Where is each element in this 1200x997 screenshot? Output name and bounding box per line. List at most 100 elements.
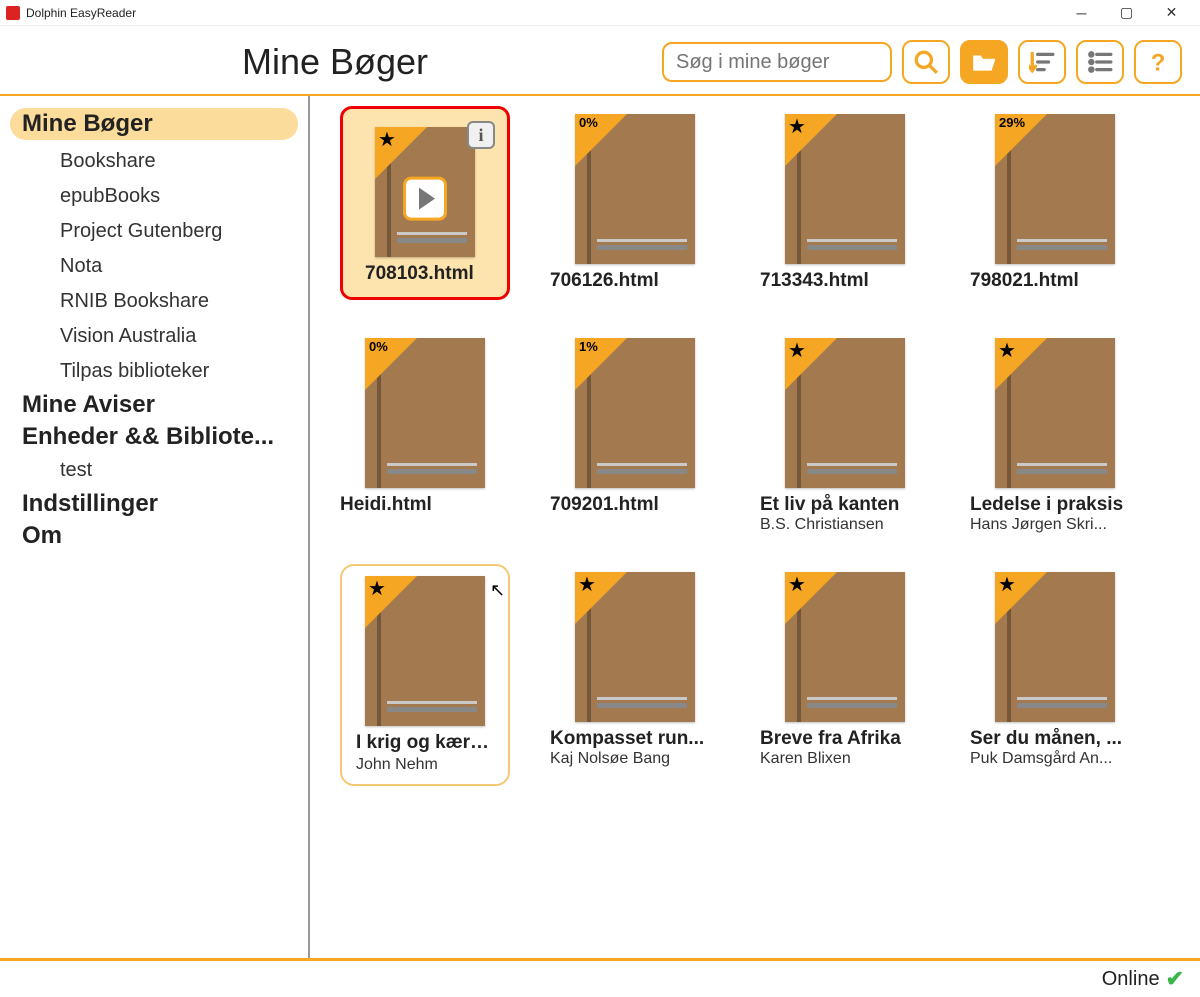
page-title: Mine Bøger	[18, 41, 652, 83]
status-online-label: Online	[1102, 968, 1160, 991]
sidebar-item[interactable]: Om	[0, 520, 308, 552]
book-thumb[interactable]: ★	[970, 564, 1140, 722]
book-item[interactable]: ★Ledelse i praksisHans Jørgen Skri...	[970, 330, 1140, 534]
book-thumb[interactable]: ★	[760, 564, 930, 722]
book-title: Heidi.html	[340, 494, 510, 516]
book-cover: ★	[785, 338, 905, 488]
book-item[interactable]: ★ i 708103.html	[340, 106, 510, 300]
book-title: I krig og kærlig...	[352, 732, 498, 756]
sidebar-item[interactable]: Project Gutenberg	[0, 214, 308, 249]
star-icon: ★	[998, 575, 1016, 595]
book-item[interactable]: ★ Et liv på kantenB.S. Christiansen	[760, 330, 930, 534]
book-thumb[interactable]: ★	[550, 564, 720, 722]
progress-badge: 29%	[999, 116, 1025, 130]
book-author: Kaj Nolsøe Bang	[550, 750, 720, 768]
book-title: Et liv på kanten	[760, 494, 930, 516]
book-thumb[interactable]: 0%	[340, 330, 510, 488]
window-close-button[interactable]: ✕	[1149, 0, 1194, 26]
sidebar-item[interactable]: Vision Australia	[0, 319, 308, 354]
sidebar-item[interactable]: RNIB Bookshare	[0, 284, 308, 319]
book-cover: ★	[995, 572, 1115, 722]
book-cover: ★	[575, 572, 695, 722]
book-grid: ★ i 708103.html 0%706126.html ★ 713343.html 29…	[340, 106, 1200, 786]
svg-text:?: ?	[1151, 50, 1166, 75]
book-cover: ★	[995, 338, 1115, 488]
book-item[interactable]: ★ Kompasset run...Kaj Nolsøe Bang	[550, 564, 720, 786]
search-input[interactable]	[662, 42, 892, 82]
book-thumb[interactable]: ★ I krig og kærlig...John Nehm	[340, 564, 510, 786]
help-button[interactable]: ?	[1134, 40, 1182, 84]
sidebar-item[interactable]: Indstillinger	[0, 488, 308, 520]
sidebar-item-label: epubBooks	[60, 185, 160, 207]
book-title: 708103.html	[361, 263, 489, 291]
sidebar-item-label: Indstillinger	[22, 490, 158, 517]
app-icon	[6, 6, 20, 20]
window-minimize-button[interactable]: ─	[1059, 0, 1104, 26]
status-bar: Online ✔	[0, 961, 1200, 997]
toolbar: ?	[662, 40, 1182, 84]
book-item[interactable]: 29%798021.html	[970, 106, 1140, 300]
book-title: 713343.html	[760, 270, 930, 292]
book-cover: 1%	[575, 338, 695, 488]
progress-badge: 0%	[369, 340, 388, 354]
window-maximize-button[interactable]: ▢	[1104, 0, 1149, 26]
list-icon	[1087, 49, 1113, 75]
online-check-icon: ✔	[1166, 966, 1184, 992]
info-button[interactable]: i	[467, 121, 495, 149]
sidebar-item[interactable]: test	[0, 453, 308, 488]
book-item[interactable]: 0% Heidi.html	[340, 330, 510, 534]
book-thumb[interactable]: 1%	[550, 330, 720, 488]
book-cover: 29%	[995, 114, 1115, 264]
sidebar-item-label: Bookshare	[60, 150, 156, 172]
book-author: Hans Jørgen Skri...	[970, 516, 1140, 534]
sidebar-item[interactable]: epubBooks	[0, 179, 308, 214]
book-cover: 0%	[575, 114, 695, 264]
play-button[interactable]	[403, 177, 447, 221]
sidebar-item-label: Tilpas biblioteker	[60, 360, 209, 382]
sidebar-item[interactable]: Mine Aviser	[0, 389, 308, 421]
book-item[interactable]: ★ Ser du månen, ...Puk Damsgård An...	[970, 564, 1140, 786]
book-item[interactable]: 1%709201.html	[550, 330, 720, 534]
list-view-button[interactable]	[1076, 40, 1124, 84]
book-author: Puk Damsgård An...	[970, 750, 1140, 768]
book-thumb[interactable]: 0%	[550, 106, 720, 264]
sidebar-item[interactable]: Bookshare	[0, 144, 308, 179]
book-item[interactable]: ★ 713343.html	[760, 106, 930, 300]
book-item[interactable]: ★ I krig og kærlig...John Nehm	[340, 564, 510, 786]
book-item[interactable]: ★Breve fra AfrikaKaren Blixen	[760, 564, 930, 786]
search-button[interactable]	[902, 40, 950, 84]
window-titlebar: Dolphin EasyReader ─ ▢ ✕	[0, 0, 1200, 26]
book-thumb[interactable]: ★	[760, 330, 930, 488]
sidebar-item[interactable]: Enheder && Bibliote...	[0, 421, 308, 453]
sort-icon	[1029, 49, 1055, 75]
star-icon: ★	[998, 341, 1016, 361]
sort-button[interactable]	[1018, 40, 1066, 84]
book-author: John Nehm	[352, 756, 498, 780]
open-folder-button[interactable]	[960, 40, 1008, 84]
book-thumb[interactable]: ★ i 708103.html	[340, 106, 510, 300]
progress-badge: 1%	[579, 340, 598, 354]
sidebar-item-label: Nota	[60, 255, 102, 277]
star-icon: ★	[368, 579, 386, 599]
book-thumb[interactable]: ★	[760, 106, 930, 264]
sidebar-item-label: Mine Bøger	[22, 110, 153, 137]
star-icon: ★	[378, 130, 396, 150]
book-title: Kompasset run...	[550, 728, 720, 750]
sidebar-item[interactable]: Tilpas biblioteker	[0, 354, 308, 389]
search-icon	[913, 49, 939, 75]
book-title: Breve fra Afrika	[760, 728, 930, 750]
sidebar: Mine Bøger Bookshare epubBooks Project Gute…	[0, 96, 310, 958]
folder-open-icon	[971, 49, 997, 75]
sidebar-item[interactable]: Nota	[0, 249, 308, 284]
book-cover: ★	[365, 576, 485, 726]
window-title: Dolphin EasyReader	[26, 6, 136, 20]
help-icon: ?	[1145, 49, 1171, 75]
book-item[interactable]: 0%706126.html	[550, 106, 720, 300]
book-grid-area: ★ i 708103.html 0%706126.html ★ 713343.html 29…	[310, 96, 1200, 958]
header: Mine Bøger ?	[0, 26, 1200, 94]
book-author: B.S. Christiansen	[760, 516, 930, 534]
sidebar-item[interactable]: Mine Bøger	[10, 108, 298, 140]
book-thumb[interactable]: ★	[970, 330, 1140, 488]
book-title: Ser du månen, ...	[970, 728, 1140, 750]
book-thumb[interactable]: 29%	[970, 106, 1140, 264]
